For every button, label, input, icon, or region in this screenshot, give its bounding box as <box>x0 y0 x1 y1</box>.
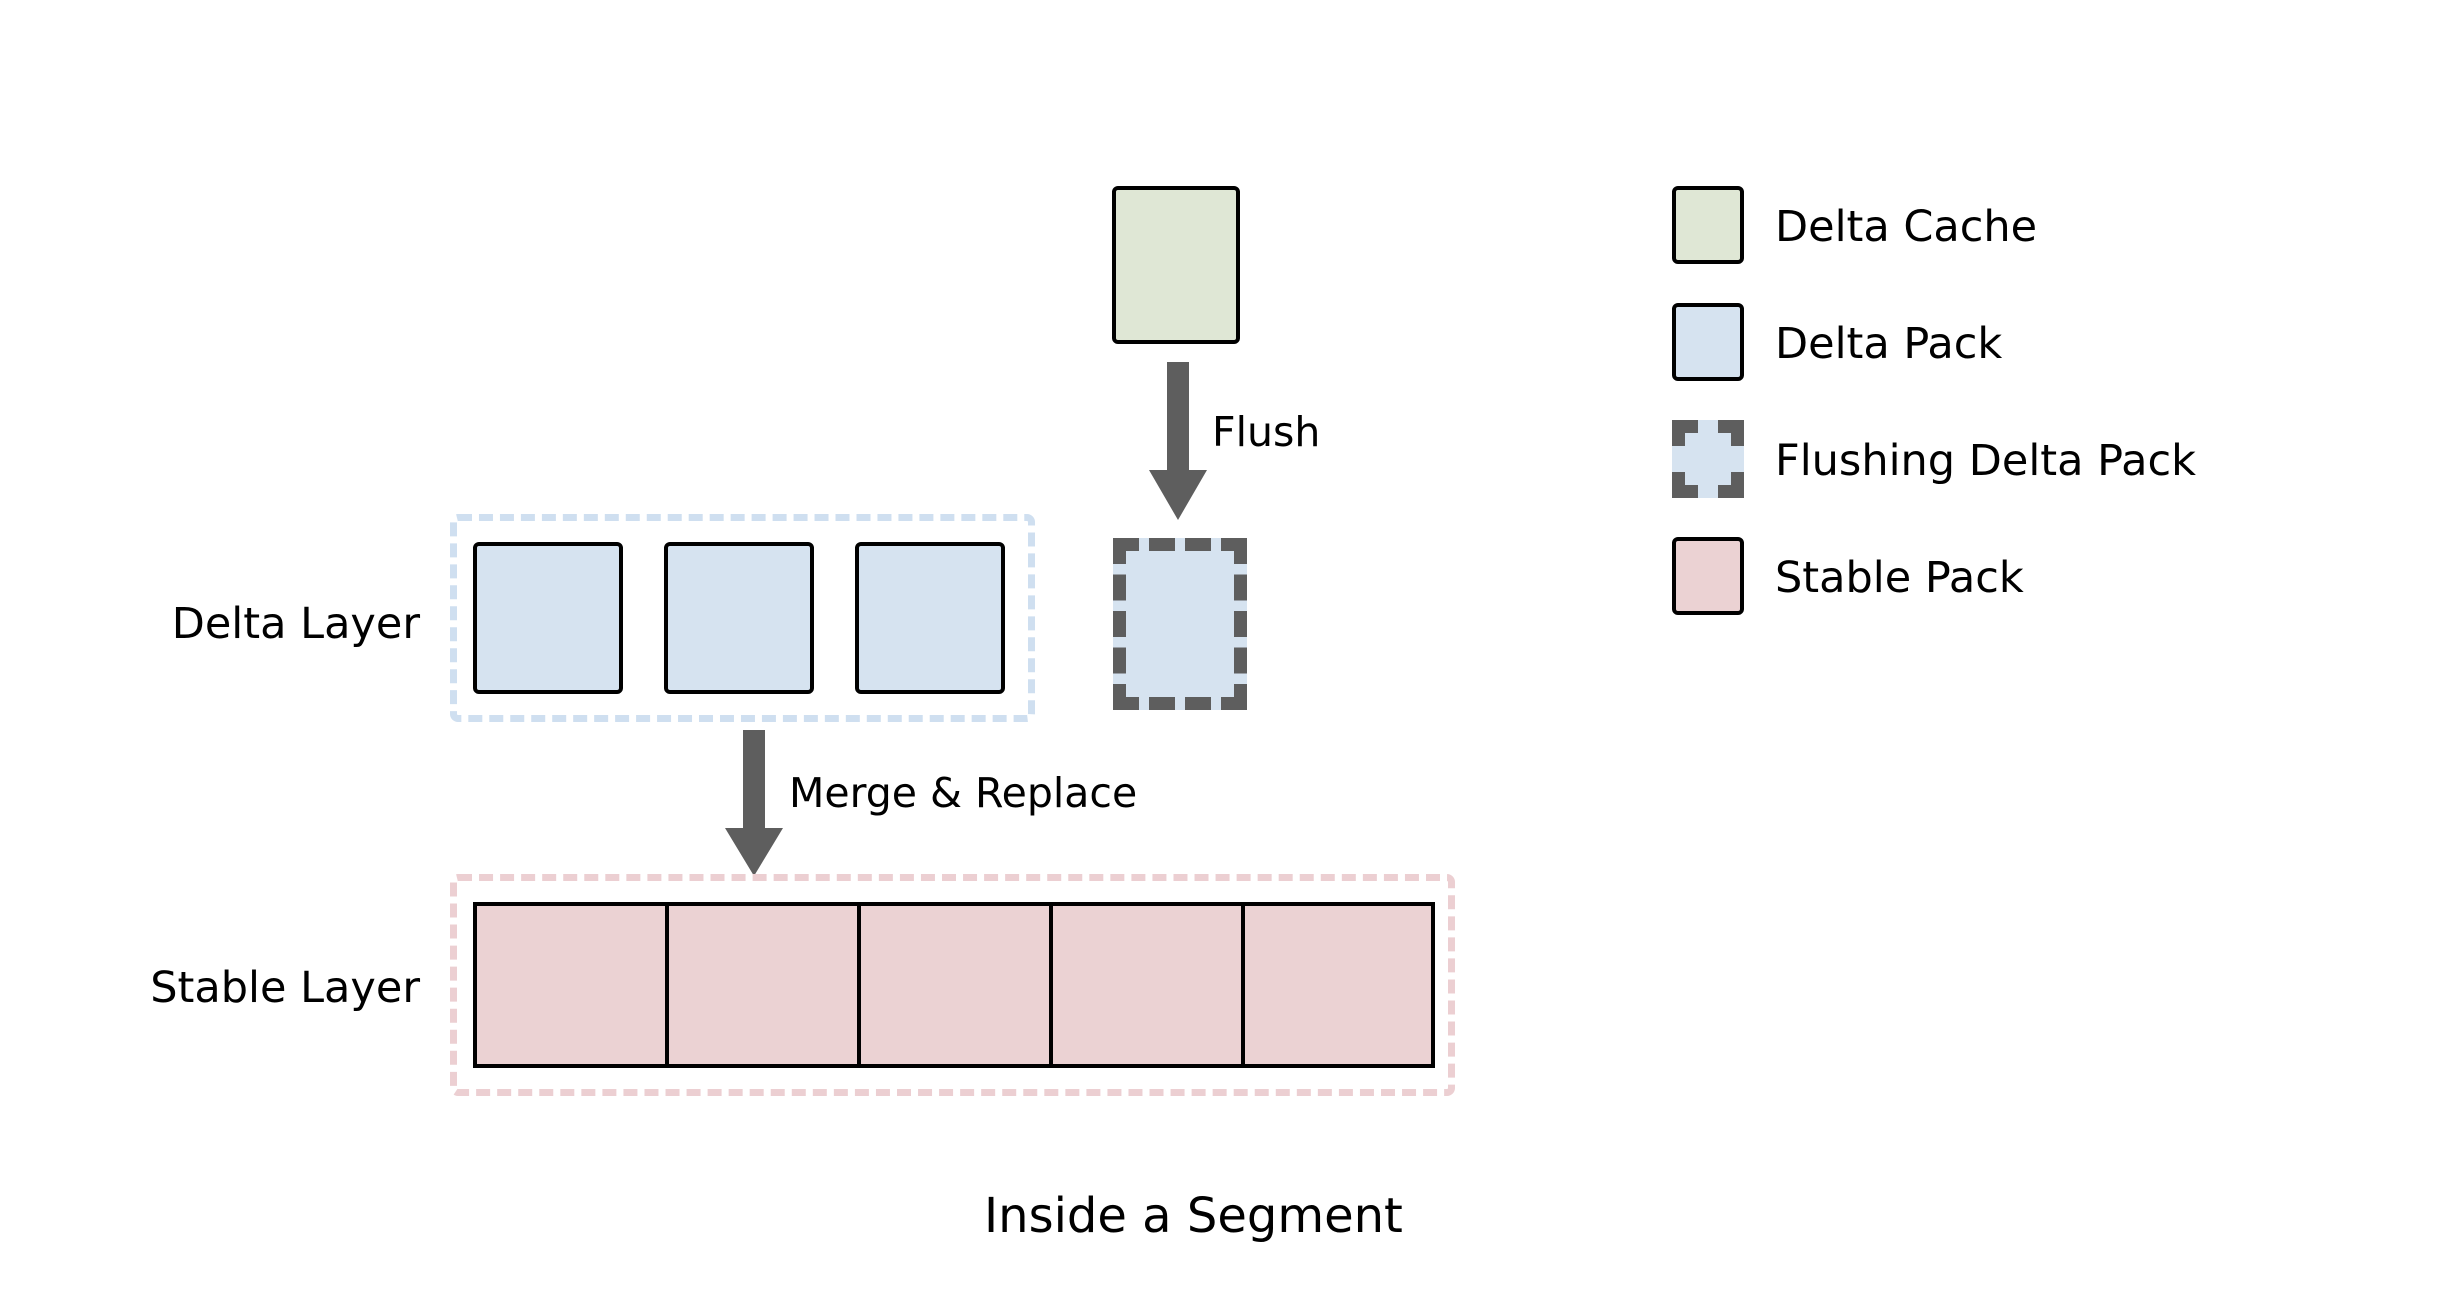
stable-pack-row <box>473 902 1435 1068</box>
delta-pack-2 <box>664 542 814 694</box>
delta-cache-box <box>1112 186 1240 344</box>
flushing-delta-pack-box <box>1113 538 1247 710</box>
merge-replace-arrow-label: Merge & Replace <box>789 769 1138 817</box>
stable-layer-label: Stable Layer <box>150 963 420 1013</box>
stable-pack-5 <box>1245 906 1431 1064</box>
legend: Delta Cache Delta Pack Flushing Delta Pa… <box>1672 186 2372 616</box>
legend-label-flushing-delta-pack: Flushing Delta Pack <box>1775 436 2197 486</box>
flush-arrow-label: Flush <box>1212 408 1321 456</box>
legend-label-delta-pack: Delta Pack <box>1775 319 2003 369</box>
legend-label-delta-cache: Delta Cache <box>1775 202 2038 252</box>
legend-swatch-delta-cache <box>1672 186 1744 264</box>
legend-swatch-stable-pack <box>1672 537 1744 615</box>
delta-pack-3 <box>855 542 1005 694</box>
flush-arrow <box>1149 362 1207 520</box>
legend-swatch-flushing-delta-pack <box>1672 420 1744 498</box>
stable-pack-1 <box>477 906 669 1064</box>
legend-swatch-delta-pack <box>1672 303 1744 381</box>
delta-layer-label: Delta Layer <box>171 599 420 649</box>
diagram-canvas: Flush Delta Layer Merge & Replace Stable… <box>0 0 2442 1298</box>
merge-replace-arrow <box>725 730 783 876</box>
legend-label-stable-pack: Stable Pack <box>1775 553 2024 603</box>
caption-inside-a-segment: Inside a Segment <box>984 1188 1403 1244</box>
delta-pack-1 <box>473 542 623 694</box>
stable-pack-3 <box>861 906 1053 1064</box>
stable-pack-2 <box>669 906 861 1064</box>
stable-pack-4 <box>1053 906 1245 1064</box>
